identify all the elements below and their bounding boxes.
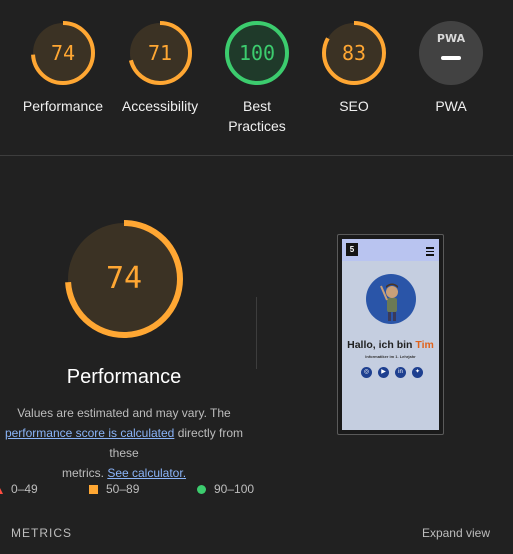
- see-calculator-link[interactable]: See calculator.: [107, 466, 186, 480]
- youtube-icon: ▶: [378, 367, 389, 378]
- gauge-label-accessibility: Accessibility: [121, 98, 199, 114]
- pwa-badge: PWA: [436, 32, 466, 45]
- instagram-icon: ◎: [361, 367, 372, 378]
- gauge-best-practices[interactable]: 100: [224, 20, 290, 86]
- legend-range: 90–100: [214, 482, 255, 496]
- pwa-icon: [419, 21, 483, 85]
- vertical-divider: [256, 297, 257, 369]
- performance-description: Values are estimated and may vary. The p…: [0, 403, 254, 483]
- avatar: [366, 274, 416, 324]
- html5-icon: 5: [346, 243, 358, 256]
- score-calculated-link[interactable]: performance score is calculated: [5, 426, 174, 440]
- gauge-performance[interactable]: 74: [30, 20, 96, 86]
- circle-icon: [197, 485, 206, 495]
- performance-score: 74: [105, 261, 143, 296]
- legend-fail: 0–49: [0, 482, 38, 496]
- twitter-icon: ✦: [412, 367, 423, 378]
- expand-view-button[interactable]: Expand view: [422, 526, 490, 540]
- gauge-score: 74: [50, 41, 76, 65]
- gauge-accessibility[interactable]: 71: [127, 20, 193, 86]
- gauge-pwa[interactable]: PWA: [418, 20, 484, 86]
- site-subtitle: Informatiker im 1. Lehrjahr: [365, 354, 416, 359]
- gauge-label-seo: SEO: [339, 98, 369, 114]
- page-screenshot-thumbnail[interactable]: 5 Hallo, ich bin Tim Informatiker im 1. …: [337, 234, 444, 435]
- triangle-icon: [0, 487, 3, 494]
- desc-line-1: Values are estimated and may vary. The: [17, 406, 231, 420]
- legend-range: 0–49: [11, 482, 38, 496]
- social-links: ◎ ▶ in ✦: [359, 367, 423, 379]
- gauge-label-pwa: PWA: [435, 98, 467, 114]
- gauge-label-best-practices: Best Practices: [228, 98, 286, 134]
- gauge-score: 71: [147, 41, 173, 65]
- performance-title: Performance: [66, 366, 182, 388]
- legend-pass: 90–100: [197, 482, 254, 496]
- site-header: 5: [342, 239, 439, 261]
- hero-name: Tim: [415, 339, 434, 351]
- site-hero-heading: Hallo, ich bin Tim: [342, 339, 439, 351]
- screenshot-screen: 5 Hallo, ich bin Tim Informatiker im 1. …: [342, 239, 439, 430]
- avatar-figure-icon: [380, 283, 398, 321]
- desc-line-3: metrics.: [61, 466, 108, 480]
- square-icon: [89, 485, 98, 495]
- linkedin-icon: in: [395, 367, 406, 378]
- hero-prefix: Hallo, ich bin: [347, 339, 416, 351]
- gauge-score: 83: [341, 41, 367, 65]
- metrics-heading: METRICS: [11, 526, 72, 540]
- legend-average: 50–89: [89, 482, 139, 496]
- section-divider: [0, 155, 513, 156]
- legend-range: 50–89: [106, 482, 140, 496]
- hamburger-icon: [426, 247, 434, 258]
- gauge-seo[interactable]: 83: [321, 20, 387, 86]
- gauge-score: 100: [238, 41, 276, 65]
- gauge-label-performance: Performance: [22, 98, 104, 114]
